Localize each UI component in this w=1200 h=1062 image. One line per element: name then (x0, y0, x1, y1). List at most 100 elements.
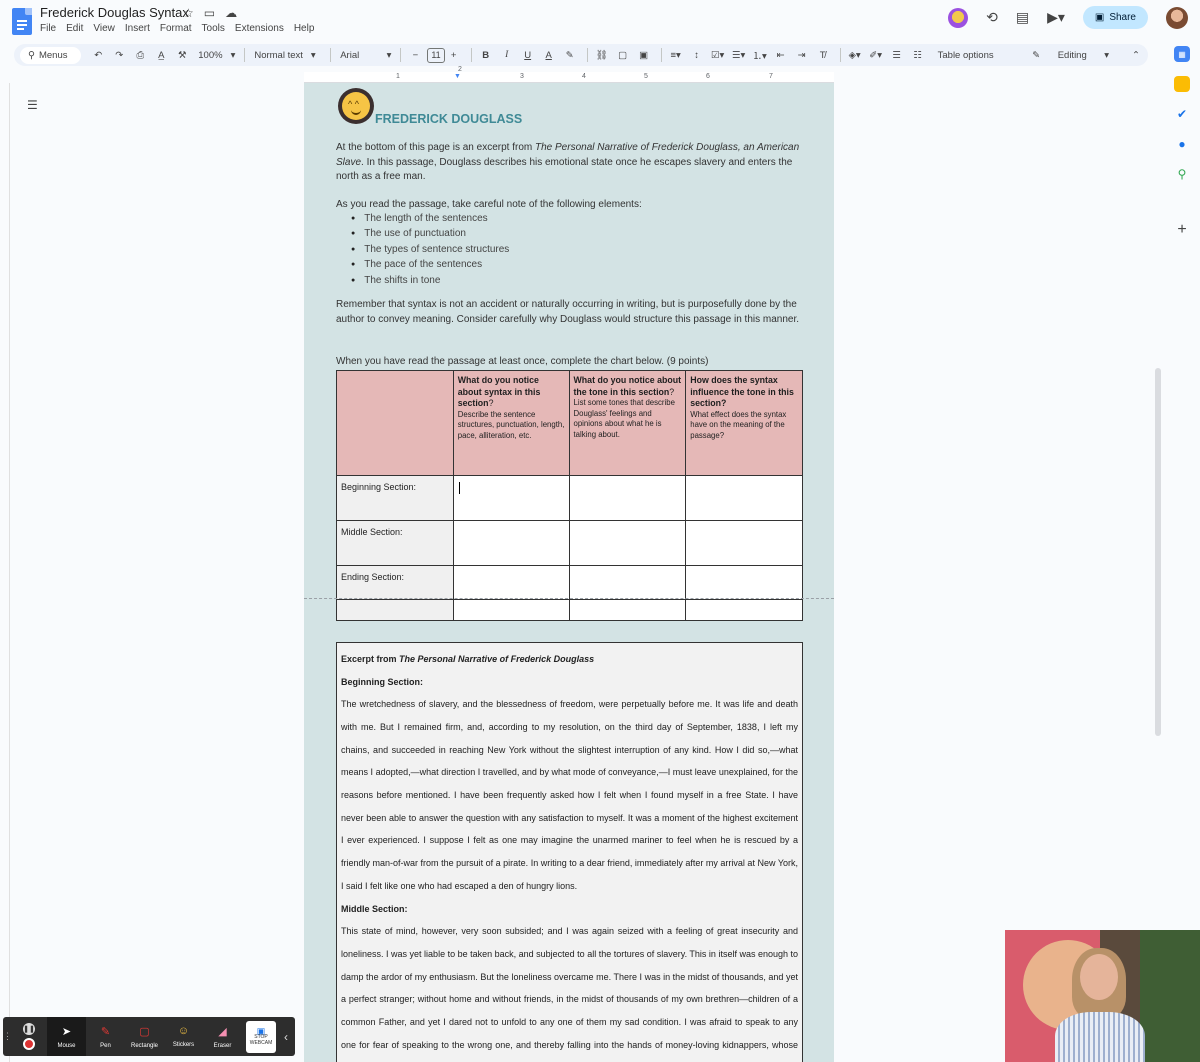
print-icon[interactable]: ⎙ (131, 46, 149, 64)
answer-cell[interactable] (685, 565, 803, 600)
hide-menus-icon[interactable]: ⌃ (1127, 46, 1145, 64)
webcam-preview[interactable] (1005, 930, 1200, 1062)
menu-edit[interactable]: Edit (66, 23, 83, 34)
answer-cell[interactable] (568, 599, 687, 621)
menu-format[interactable]: Format (160, 23, 192, 34)
style-select[interactable]: Normal text ▾ (254, 50, 321, 61)
document-outline-icon[interactable]: ☰ (27, 98, 40, 112)
editing-mode-select[interactable]: ✎ Editing ▾ (1032, 50, 1109, 61)
collapse-toolbar-icon[interactable]: ‹ (284, 1030, 288, 1044)
table-header-cell[interactable]: What do you notice about the tone in thi… (568, 370, 687, 476)
redo-icon[interactable]: ↷ (110, 46, 128, 64)
border-dash-icon[interactable]: ☷ (909, 46, 927, 64)
answer-cell[interactable] (685, 475, 803, 521)
share-button[interactable]: ▣ Share (1082, 6, 1148, 29)
formatting-toolbar: ⚲ Menus ↶ ↷ ⎙ A̲ ⚒ 100% ▾ Normal text ▾ Ar… (14, 44, 1148, 66)
menu-tools[interactable]: Tools (202, 23, 225, 34)
tasks-icon[interactable]: ✔ (1174, 106, 1190, 122)
table-header-cell[interactable]: What do you notice about syntax in this … (452, 370, 570, 476)
account-avatar[interactable] (1166, 6, 1188, 29)
insert-image-icon[interactable]: ▣ (635, 46, 653, 64)
table-header-empty-cell[interactable] (336, 370, 454, 476)
meet-camera-icon[interactable]: ▶▾ (1047, 9, 1065, 26)
table-options-button[interactable]: Table options (938, 50, 1019, 61)
spellcheck-icon[interactable]: A̲ (152, 46, 170, 64)
row-label-middle[interactable]: Middle Section: (336, 520, 454, 566)
contacts-icon[interactable]: ● (1174, 136, 1190, 152)
document-title[interactable]: Frederick Douglas Syntax (40, 5, 189, 20)
menu-file[interactable]: File (40, 23, 56, 34)
collaborator-avatar[interactable] (948, 7, 969, 28)
row-label-beginning[interactable]: Beginning Section: (336, 475, 454, 521)
answer-cell[interactable] (685, 520, 803, 566)
answer-cell[interactable] (568, 520, 687, 566)
font-size-input[interactable]: 11 (427, 47, 445, 63)
increase-indent-icon[interactable]: ⇥ (793, 46, 811, 64)
answer-cell[interactable] (452, 475, 570, 521)
answer-cell[interactable] (568, 475, 687, 521)
highlight-icon[interactable]: ✎ (561, 46, 579, 64)
checklist-icon[interactable]: ☑▾ (709, 46, 727, 64)
bulleted-list-icon[interactable]: ☰▾ (730, 46, 748, 64)
answer-cell[interactable] (452, 599, 570, 621)
answer-cell[interactable] (685, 599, 803, 621)
vertical-ruler[interactable] (0, 83, 10, 1062)
font-select[interactable]: Arial ▾ (340, 50, 391, 61)
calendar-icon[interactable]: ▦ (1174, 46, 1190, 62)
border-color-icon[interactable]: ✐▾ (867, 46, 885, 64)
answer-cell[interactable] (452, 565, 570, 600)
stop-recording-icon[interactable] (23, 1038, 35, 1050)
clear-formatting-icon[interactable]: T̸ (814, 46, 832, 64)
menu-insert[interactable]: Insert (125, 23, 150, 34)
insert-link-icon[interactable]: ⛓ (593, 46, 611, 64)
line-spacing-icon[interactable]: ↕ (688, 46, 706, 64)
mouse-tool-button[interactable]: ➤ Mouse (47, 1017, 86, 1056)
increase-font-size-icon[interactable]: + (445, 46, 463, 64)
menu-help[interactable]: Help (294, 23, 315, 34)
decrease-font-size-icon[interactable]: − (406, 46, 424, 64)
star-icon[interactable]: ☆ (183, 6, 194, 20)
drag-handle-icon[interactable]: ⋮ (3, 1031, 12, 1042)
bold-icon[interactable]: B (477, 46, 495, 64)
row-label-empty[interactable] (336, 599, 454, 621)
cell-fill-icon[interactable]: ◈▾ (846, 46, 864, 64)
underline-icon[interactable]: U (519, 46, 537, 64)
rectangle-tool-button[interactable]: ▢ Rectangle (125, 1017, 164, 1056)
align-icon[interactable]: ≡▾ (667, 46, 685, 64)
menu-extensions[interactable]: Extensions (235, 23, 284, 34)
zoom-select[interactable]: 100% ▾ (198, 50, 235, 61)
cloud-saved-icon[interactable]: ☁ (225, 6, 237, 20)
table-header-cell[interactable]: How does the syntax influence the tone i… (685, 370, 803, 476)
move-folder-icon[interactable]: ▭ (204, 6, 215, 20)
text-color-icon[interactable]: A (540, 46, 558, 64)
version-history-icon[interactable]: ⟲ (986, 9, 998, 26)
docs-logo-icon[interactable] (12, 8, 32, 35)
search-menus-input[interactable]: ⚲ Menus (20, 46, 82, 64)
pen-tool-button[interactable]: ✎ Pen (86, 1017, 125, 1056)
undo-icon[interactable]: ↶ (89, 46, 107, 64)
border-width-icon[interactable]: ☰ (888, 46, 906, 64)
menu-view[interactable]: View (93, 23, 115, 34)
excerpt-box[interactable]: Excerpt from The Personal Narrative of F… (336, 642, 803, 1062)
eraser-tool-button[interactable]: ◢ Eraser (203, 1017, 242, 1056)
maps-icon[interactable]: ⚲ (1174, 166, 1190, 182)
vertical-scrollbar[interactable] (1155, 368, 1161, 736)
add-comment-icon[interactable]: ▢ (614, 46, 632, 64)
add-addon-icon[interactable]: + (1174, 221, 1190, 238)
paint-format-icon[interactable]: ⚒ (173, 46, 191, 64)
keep-icon[interactable] (1174, 76, 1190, 92)
stop-webcam-button[interactable]: ▣ STOP WEBCAM (246, 1020, 276, 1053)
indent-marker-icon[interactable]: ▼ (454, 73, 461, 80)
horizontal-ruler[interactable]: 1 ▼ 3 4 5 6 7 2 (304, 66, 834, 83)
pause-icon[interactable]: ❚❚ (23, 1023, 35, 1035)
answer-cell[interactable] (568, 565, 687, 600)
toolbar-divider (586, 48, 588, 62)
row-label-ending[interactable]: Ending Section: (336, 565, 454, 600)
decrease-indent-icon[interactable]: ⇤ (772, 46, 790, 64)
stickers-tool-button[interactable]: ☺ Stickers (164, 1017, 203, 1056)
numbered-list-icon[interactable]: ⒈▾ (751, 46, 769, 64)
list-item: The use of punctuation (351, 227, 509, 242)
answer-cell[interactable] (452, 520, 570, 566)
italic-icon[interactable]: I (498, 46, 516, 64)
comments-icon[interactable]: ▤ (1016, 9, 1029, 26)
